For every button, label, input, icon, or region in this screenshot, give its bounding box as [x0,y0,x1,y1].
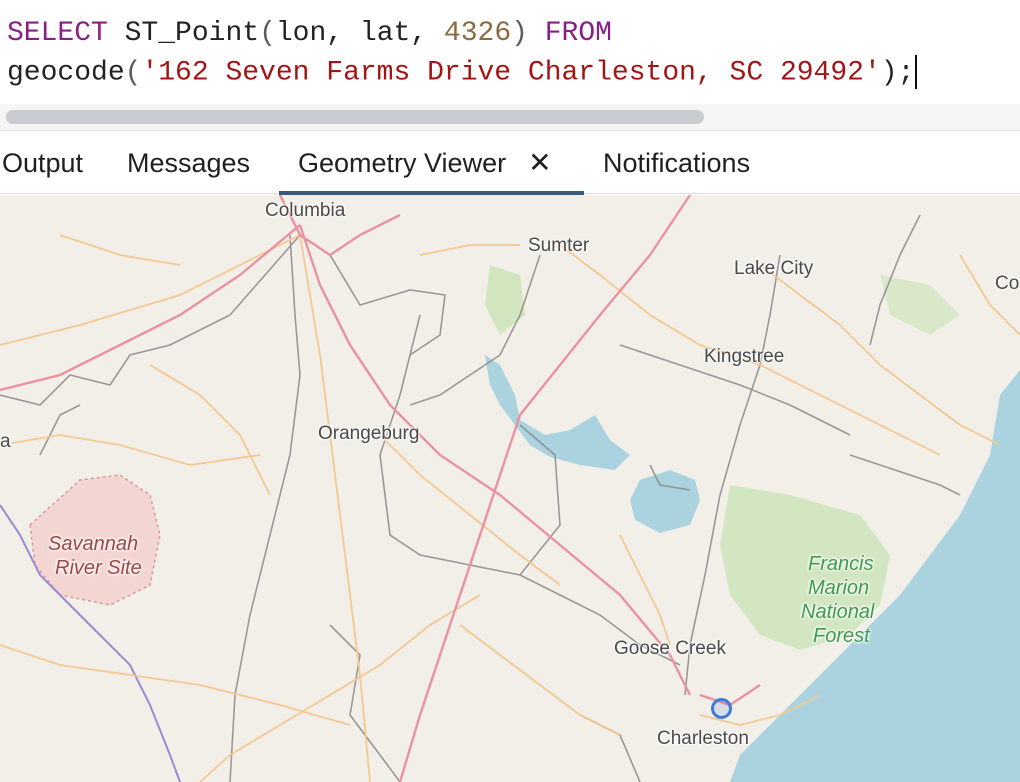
place-francis: Francis [808,553,874,575]
open-paren: ( [259,18,276,49]
horizontal-scrollbar[interactable] [0,104,1020,130]
map-basemap [0,195,1020,782]
address-string: '162 Seven Farms Drive Charleston, SC 29… [141,57,881,89]
tab-output-label: Output [2,148,84,178]
lake-moultrie [630,470,700,533]
place-savannah: Savannah [48,533,139,555]
place-a: a [0,431,11,452]
tab-messages-label: Messages [127,148,251,178]
tab-notifications[interactable]: Notifications [603,131,750,195]
place-goose-creek: Goose Creek [614,638,726,659]
point-args: lon, lat, [275,18,444,49]
code-line-1[interactable]: SELECT ST_Point(lon, lat, 4326) FROM [7,16,612,52]
close-paren-semicolon: ); [880,57,915,89]
place-forest: Forest [813,625,870,647]
place-lake-city: Lake City [734,258,814,279]
sql-editor[interactable]: SELECT ST_Point(lon, lat, 4326) FROM geo… [0,0,1020,130]
open-paren: ( [124,57,142,89]
keyword-select: SELECT [7,18,108,49]
place-kingstree: Kingstree [704,346,785,367]
tab-output[interactable]: Output [2,131,83,195]
text-cursor [915,55,918,89]
place-charleston: Charleston [657,728,749,749]
place-co: Co [995,273,1020,294]
forest-sumter-area [485,265,525,335]
close-icon[interactable]: ✕ [528,147,551,178]
results-tab-bar: Output Messages Geometry Viewer ✕ Notific… [0,130,1020,195]
function-st-point: ST_Point [107,18,260,49]
code-line-2[interactable]: geocode('162 Seven Farms Drive Charlesto… [7,55,918,91]
forest-north [880,275,960,335]
tab-geometry-viewer[interactable]: Geometry Viewer ✕ [279,131,584,195]
place-national: National [801,601,875,623]
geocoded-point-marker[interactable] [711,698,732,719]
scrollbar-thumb[interactable] [6,110,704,124]
place-sumter: Sumter [528,235,590,256]
place-orangeburg: Orangeburg [318,423,420,444]
srid-number: 4326 [443,18,512,49]
place-columbia: Columbia [265,200,346,221]
close-paren: ) [511,18,528,49]
tab-messages[interactable]: Messages [127,131,250,195]
geometry-map[interactable]: Columbia Sumter Lake City Co Kingstree O… [0,195,1020,782]
place-marion: Marion [808,577,870,599]
place-river-site: River Site [55,557,142,579]
tab-notifications-label: Notifications [603,148,751,178]
function-geocode: geocode [7,57,125,89]
tab-geometry-viewer-label: Geometry Viewer [298,148,507,178]
keyword-from: FROM [527,18,612,49]
